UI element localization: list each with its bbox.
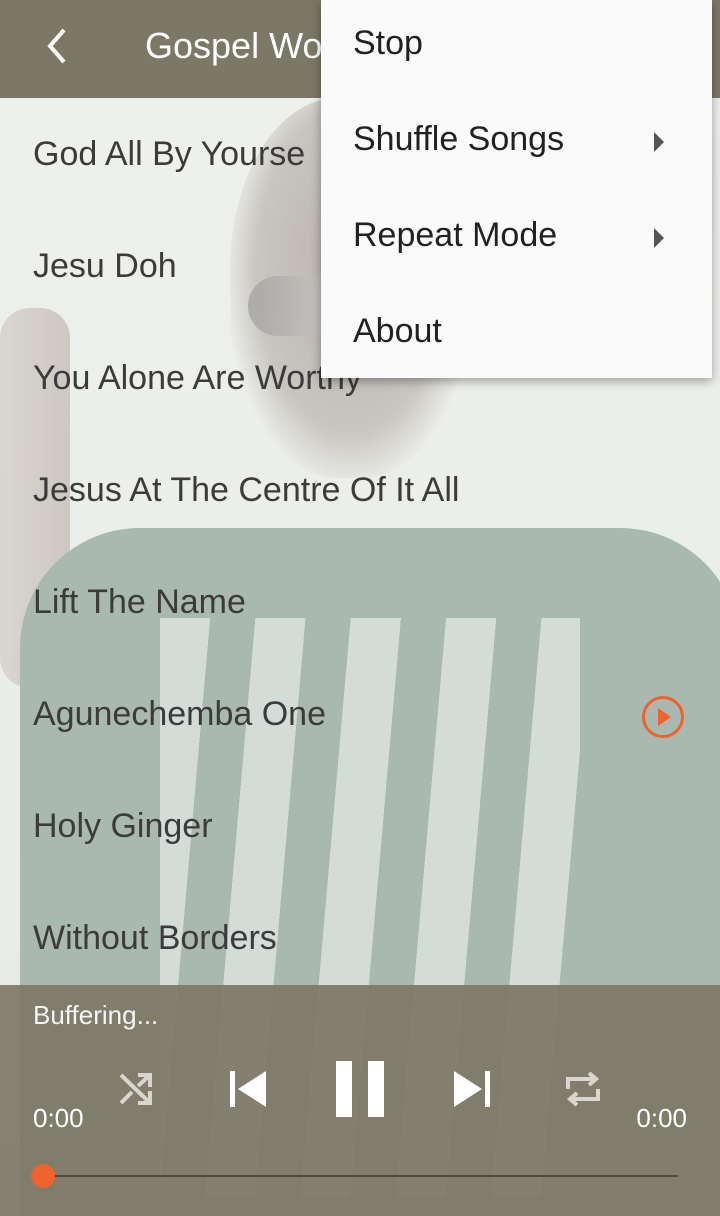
page-title: Gospel Wo [145,25,323,66]
duration-time: 0:00 [636,1103,687,1133]
repeat-icon[interactable] [562,1069,604,1114]
song-title: Jesu Doh [33,247,177,285]
song-title: Lift The Name [33,583,246,621]
menu-item-label: About [353,312,442,350]
seek-thumb[interactable] [31,1164,55,1188]
song-title: God All By Yourse [33,135,306,173]
list-item[interactable]: Agunechemba One [0,658,720,770]
menu-item-stop[interactable]: Stop [321,0,712,96]
overflow-menu: Stop Shuffle Songs Repeat Mode About [321,0,712,378]
song-title: Jesus At The Centre Of It All [33,471,460,509]
pause-icon[interactable] [334,1059,386,1124]
menu-item-about[interactable]: About [321,288,712,384]
shuffle-icon[interactable] [116,1069,156,1114]
list-item[interactable]: Without Borders [0,882,720,994]
menu-item-label: Stop [353,24,423,62]
back-arrow-icon[interactable] [38,22,78,70]
song-title: Without Borders [33,919,277,957]
list-item[interactable]: Jesus At The Centre Of It All [0,434,720,546]
menu-item-label: Shuffle Songs [353,120,565,158]
list-item[interactable]: Holy Ginger [0,770,720,882]
submenu-arrow-icon [654,132,664,152]
submenu-arrow-icon [654,228,664,248]
menu-item-shuffle-songs[interactable]: Shuffle Songs [321,96,712,192]
menu-item-label: Repeat Mode [353,216,558,254]
seek-bar[interactable] [42,1175,678,1177]
player-status: Buffering... [33,1000,159,1030]
now-playing-icon[interactable] [642,696,684,738]
menu-item-repeat-mode[interactable]: Repeat Mode [321,192,712,288]
next-icon[interactable] [450,1067,494,1116]
song-title: Holy Ginger [33,807,213,845]
player-bar: Buffering... 0:00 0:00 [0,985,720,1216]
song-title: Agunechemba One [33,695,326,733]
list-item[interactable]: Lift The Name [0,546,720,658]
song-title: You Alone Are Worthy [33,359,362,397]
elapsed-time: 0:00 [33,1103,84,1133]
previous-icon[interactable] [226,1067,270,1116]
